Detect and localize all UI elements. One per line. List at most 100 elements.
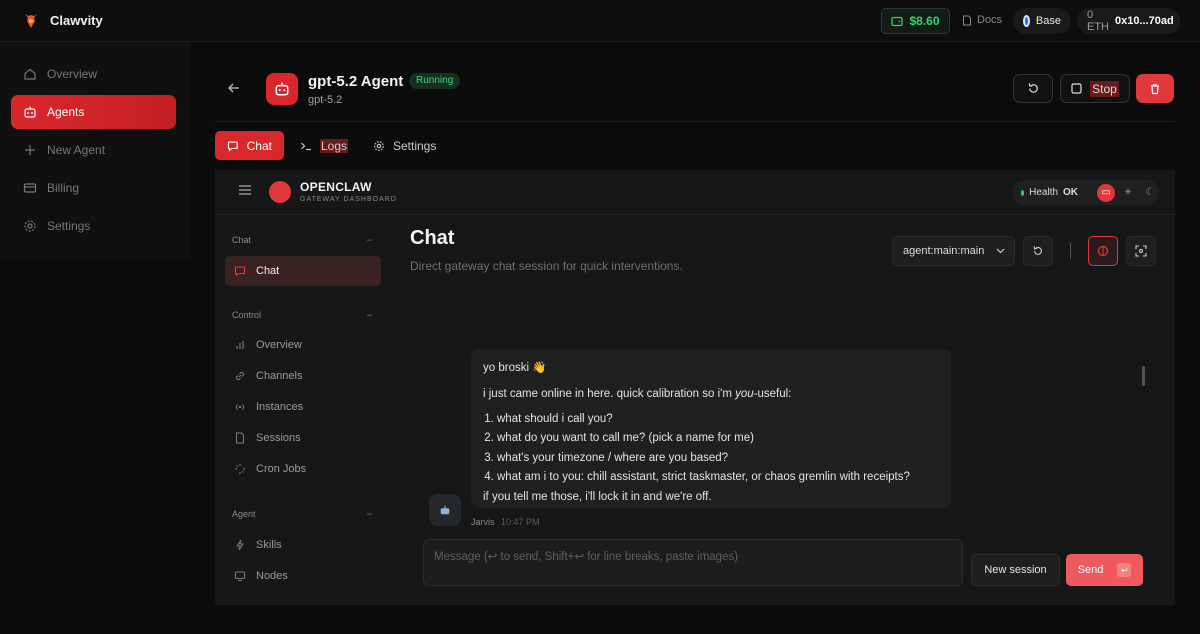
theme-toggle: ▭ ☀ ☾ (1097, 183, 1159, 202)
sidebar-item-label: New Agent (47, 143, 106, 157)
nav-item-label: Chat (256, 265, 280, 277)
tab-logs[interactable]: Logs (288, 131, 360, 160)
sun-icon[interactable]: ☀ (1119, 184, 1137, 202)
trash-icon (1151, 83, 1159, 94)
tab-label: Logs (320, 138, 349, 153)
delete-button[interactable] (1136, 74, 1174, 103)
chevron-down-icon (996, 248, 1005, 254)
health-indicator: Health OK ▭ ☀ ☾ (1012, 180, 1159, 205)
brain-icon (1097, 245, 1109, 257)
tab-chat[interactable]: Chat (215, 131, 284, 160)
plus-icon (25, 145, 35, 155)
focus-icon (1135, 245, 1147, 257)
nav-item-label: Channels (256, 370, 303, 382)
nav-item-label: Overview (256, 339, 302, 351)
document-icon (963, 15, 971, 25)
moon-icon[interactable]: ☾ (1141, 184, 1159, 202)
robot-icon (440, 505, 450, 515)
session-selector[interactable]: agent:main:main (892, 236, 1015, 266)
sender-name: Jarvis (471, 517, 495, 527)
broadcast-icon (235, 404, 245, 410)
docs-link[interactable]: Docs (962, 14, 1002, 26)
send-label: Send (1077, 564, 1104, 576)
robot-icon (275, 82, 289, 96)
message-intro: i just came online in here. quick calibr… (483, 385, 939, 403)
sidebar-item-new-agent[interactable]: New Agent (11, 133, 176, 167)
collapse-icon: − (366, 509, 372, 519)
scrollbar[interactable] (1142, 366, 1145, 386)
page-title: Chat (410, 227, 455, 249)
base-network-icon (1023, 15, 1030, 27)
thinking-toggle-button[interactable] (1088, 236, 1118, 266)
sidebar-item-overview[interactable]: Overview (11, 57, 176, 91)
nav-section-chat[interactable]: Chat − (232, 235, 372, 245)
sidebar-item-label: Settings (47, 219, 91, 233)
page-description: Direct gateway chat session for quick in… (410, 259, 683, 273)
nav-section-control[interactable]: Control − (232, 310, 372, 320)
message-time: 10:47 PM (501, 517, 540, 527)
nav-item-nodes[interactable]: Nodes (225, 561, 381, 591)
terminal-icon (301, 142, 311, 150)
header-divider (215, 121, 1175, 122)
nav-item-chat[interactable]: Chat (225, 256, 381, 286)
wallet-button[interactable]: 0 ETH 0x10...70ad (1077, 8, 1180, 34)
sidebar-item-agents[interactable]: Agents (11, 95, 176, 129)
focus-mode-button[interactable] (1126, 236, 1156, 266)
collapse-icon: − (366, 235, 372, 245)
stop-label: Stop (1090, 80, 1119, 97)
refresh-button[interactable] (1023, 236, 1053, 266)
top-bar: Clawvity $8.60 Docs Base 0 ETH 0x10...70… (0, 0, 1200, 42)
tab-label: Chat (246, 138, 272, 153)
intro-text: i just came online in here. quick calibr… (483, 388, 736, 401)
menu-icon[interactable] (239, 185, 251, 195)
message-input[interactable]: Message (↩ to send, Shift+↩ for line bre… (423, 539, 963, 586)
sidebar-item-billing[interactable]: Billing (11, 171, 176, 205)
balance-badge[interactable]: $8.60 (881, 8, 950, 34)
send-button[interactable]: Send ↩ (1066, 554, 1143, 586)
agent-name: gpt-5.2 Agent (308, 73, 404, 90)
balance-amount: $8.60 (909, 14, 940, 28)
nav-item-instances[interactable]: Instances (225, 392, 381, 422)
stop-square-icon (1071, 83, 1082, 94)
agent-avatar (266, 73, 298, 105)
loader-icon (235, 464, 245, 474)
brand-name[interactable]: Clawvity (50, 13, 103, 28)
gear-icon (374, 140, 384, 151)
agent-model: gpt-5.2 (308, 94, 343, 106)
nav-item-label: Cron Jobs (256, 463, 307, 475)
nav-item-overview[interactable]: Overview (225, 330, 381, 360)
collapse-icon: − (366, 310, 372, 320)
nav-item-skills[interactable]: Skills (225, 530, 381, 560)
tab-settings[interactable]: Settings (361, 131, 448, 160)
home-icon (24, 68, 36, 80)
back-arrow-icon[interactable] (226, 80, 242, 96)
monitor-icon[interactable]: ▭ (1097, 183, 1115, 202)
sidebar-item-settings[interactable]: Settings (11, 209, 176, 243)
health-value: OK (1063, 187, 1078, 198)
toolbar-divider (1070, 243, 1071, 259)
nav-item-label: Sessions (256, 432, 301, 444)
sidebar-item-label: Overview (47, 67, 98, 81)
nav-item-sessions[interactable]: Sessions (225, 423, 381, 453)
gateway-header: OPENCLAW GATEWAY DASHBOARD Health OK ▭ ☀… (215, 170, 1175, 215)
nav-item-channels[interactable]: Channels (225, 361, 381, 391)
eth-balance: 0 ETH (1087, 9, 1109, 33)
gateway-title: OPENCLAW (300, 180, 372, 194)
new-session-button[interactable]: New session (971, 554, 1060, 586)
network-selector[interactable]: Base (1013, 8, 1071, 34)
openclaw-logo-icon (269, 181, 291, 203)
card-icon (23, 183, 37, 193)
nav-item-cron-jobs[interactable]: Cron Jobs (225, 454, 381, 484)
message-meta: Jarvis 10:47 PM (471, 517, 540, 527)
document-icon (235, 432, 245, 444)
sidebar: Overview Agents New Agent Billing Settin… (0, 42, 190, 260)
nav-section-agent[interactable]: Agent − (232, 509, 372, 519)
restart-button[interactable] (1013, 74, 1053, 103)
stop-button[interactable]: Stop (1060, 74, 1130, 103)
question-list: what should i call you? what do you want… (483, 410, 939, 488)
message-greeting: yo broski 👋 (483, 362, 547, 374)
chat-bubble-icon (234, 266, 246, 277)
health-dot-icon (1021, 189, 1025, 196)
new-session-label: New session (984, 564, 1047, 576)
nav-section-label: Agent (232, 509, 256, 519)
